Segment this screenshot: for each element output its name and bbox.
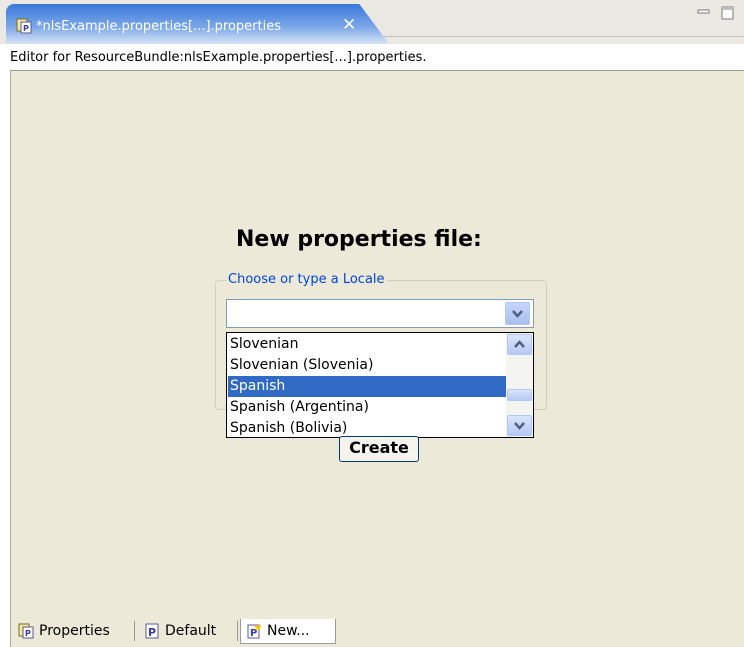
editor-tab[interactable]: P *nlsExample.properties[...].properties…: [6, 4, 390, 45]
tab-separator: [134, 621, 135, 641]
locale-dropdown-list: Slovenian Slovenian (Slovenia) Spanish S…: [226, 332, 534, 438]
properties-file-icon: P: [16, 18, 32, 34]
new-properties-file-icon: P: [247, 623, 262, 639]
svg-text:P: P: [25, 629, 31, 638]
tab-bar-divider: [378, 36, 744, 37]
minimize-icon[interactable]: [697, 6, 711, 20]
tab-new-label: New...: [267, 623, 310, 639]
left-border: [0, 44, 10, 647]
locale-option-spanish-argentina[interactable]: Spanish (Argentina): [228, 397, 508, 418]
combo-dropdown-button[interactable]: [505, 302, 530, 325]
chevron-up-icon: [514, 340, 525, 348]
scroll-down-button[interactable]: [507, 415, 532, 436]
tab-default[interactable]: P Default: [139, 619, 216, 643]
editor-description-bar: Editor for ResourceBundle:nlsExample.pro…: [0, 44, 744, 71]
locale-option-spanish[interactable]: Spanish: [228, 376, 508, 397]
locale-option-slovenian[interactable]: Slovenian: [228, 334, 508, 355]
dropdown-scrollbar[interactable]: [506, 333, 533, 437]
properties-file-icon: P: [145, 623, 159, 639]
tab-new[interactable]: P New...: [240, 619, 336, 644]
chevron-down-icon: [514, 422, 525, 430]
tab-separator: [237, 621, 238, 641]
editor-description: Editor for ResourceBundle:nlsExample.pro…: [10, 50, 427, 65]
locale-option-slovenian-slovenia[interactable]: Slovenian (Slovenia): [228, 355, 508, 376]
tab-properties[interactable]: P Properties: [13, 619, 110, 643]
tab-default-label: Default: [165, 623, 217, 639]
editor-tab-bar: P *nlsExample.properties[...].properties…: [0, 0, 744, 45]
locale-combo-input[interactable]: [226, 299, 534, 328]
create-button[interactable]: Create: [339, 436, 419, 462]
bottom-tab-bar: P Properties P Default P New...: [10, 617, 744, 647]
editor-tab-title: *nlsExample.properties[...].properties: [36, 19, 282, 34]
chevron-down-icon: [512, 310, 523, 318]
svg-text:P: P: [23, 24, 29, 33]
locale-group-label: Choose or type a Locale: [226, 272, 387, 287]
svg-text:P: P: [148, 626, 156, 639]
properties-icon: P: [18, 623, 34, 639]
tab-properties-label: Properties: [39, 623, 110, 639]
scroll-up-button[interactable]: [507, 334, 532, 355]
page-title: New properties file:: [236, 227, 482, 252]
maximize-icon[interactable]: [721, 6, 735, 20]
close-icon[interactable]: ✕: [342, 15, 356, 35]
scroll-thumb[interactable]: [507, 389, 532, 401]
